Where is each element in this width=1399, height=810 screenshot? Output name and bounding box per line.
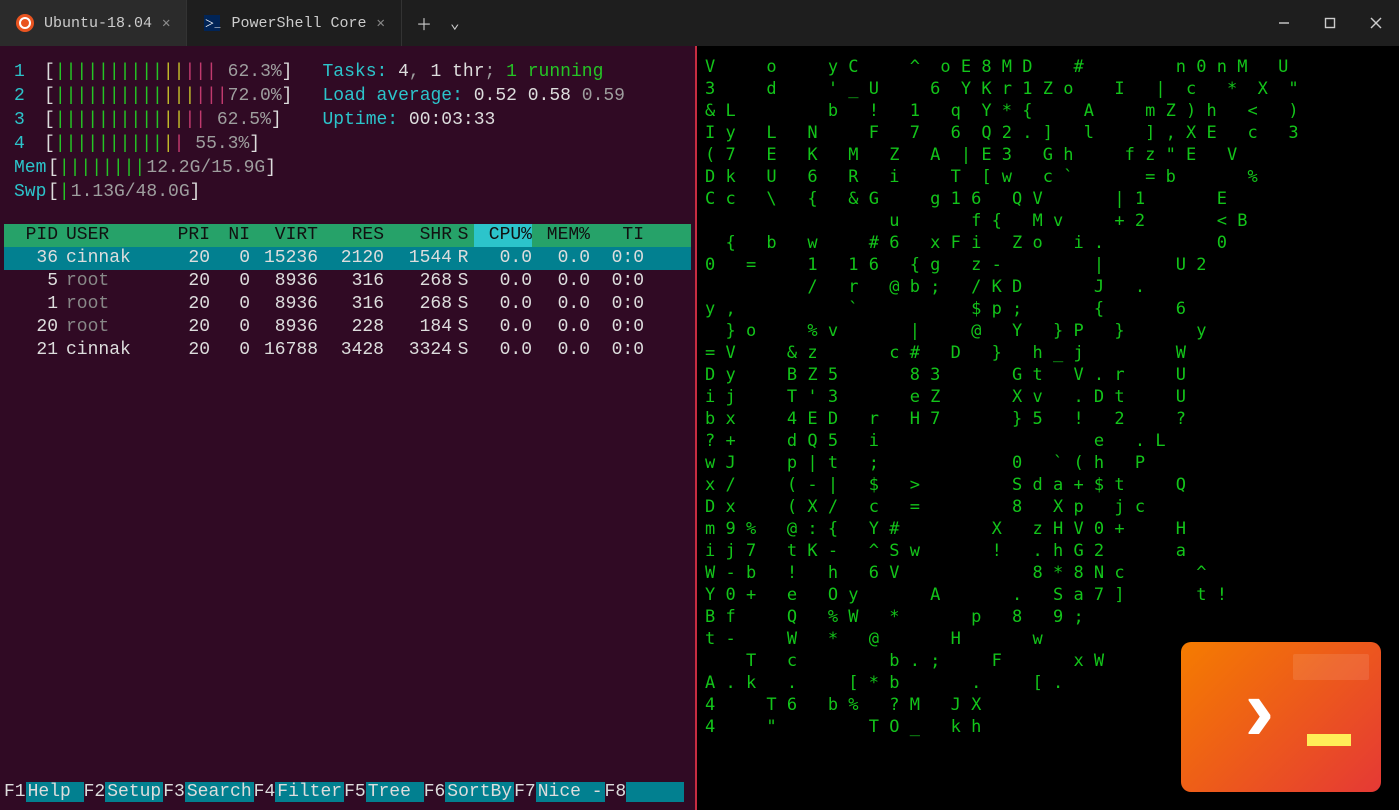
close-button[interactable] [1353,0,1399,46]
tabs: Ubuntu-18.04 ✕ ＞_ PowerShell Core ✕ ＋ ⌄ [0,0,460,46]
cpu-meter: 4 [|||||||||||| 55.3%] [14,132,292,156]
powershell-icon: ＞_ [203,14,221,32]
process-table: PID USER PRI NI VIRT RES SHR S CPU% MEM%… [4,224,691,362]
maximize-button[interactable] [1307,0,1353,46]
fn-key[interactable]: F1Help [4,782,84,802]
table-row[interactable]: 21cinnak2001678834283324S0.00.00:0 [4,339,691,362]
swp-meter: Swp[|1.13G/48.0G] [14,180,292,204]
fn-key[interactable]: F7Nice - [514,782,604,802]
fn-key[interactable]: F8 [605,782,685,802]
cursor-icon [1307,734,1351,746]
tab-powershell[interactable]: ＞_ PowerShell Core ✕ [187,0,401,46]
chevron-right-icon: › [1232,666,1286,768]
cpu-meter: 1 [||||||||||||||| 62.3%] [14,60,292,84]
system-stats: Tasks: 4, 1 thr; 1 running Load average:… [322,60,625,204]
ubuntu-icon [16,14,34,32]
table-row[interactable]: 36cinnak2001523621201544R0.00.00:0 [4,247,691,270]
cpu-meter: 2 [||||||||||||||||72.0%] [14,84,292,108]
fn-key[interactable]: F4Filter [254,782,344,802]
mem-meter: Mem[||||||||12.2G/15.9G] [14,156,292,180]
table-row[interactable]: 5root2008936316268S0.00.00:0 [4,270,691,293]
table-row[interactable]: 20root2008936228184S0.00.00:0 [4,316,691,339]
close-icon[interactable]: ✕ [377,15,385,32]
windows-terminal-logo: › [1181,642,1381,792]
fn-key[interactable]: F2Setup [84,782,164,802]
tab-label: Ubuntu-18.04 [44,15,152,32]
minimize-button[interactable] [1261,0,1307,46]
cpu-meters: 1 [||||||||||||||| 62.3%]2 [||||||||||||… [14,60,292,204]
htop-pane[interactable]: 1 [||||||||||||||| 62.3%]2 [||||||||||||… [0,46,697,810]
fn-key[interactable]: F3Search [163,782,253,802]
function-keys: F1Help F2SetupF3SearchF4FilterF5Tree F6S… [4,782,691,802]
table-row[interactable]: 1root2008936316268S0.00.00:0 [4,293,691,316]
cmatrix-pane[interactable]: V o y C ^ o E 8 M D # n 0 n M U 3 d ' _ … [697,46,1399,810]
window-controls [1261,0,1399,46]
tab-label: PowerShell Core [231,15,366,32]
new-tab-button[interactable]: ＋ [416,11,432,35]
fn-key[interactable]: F6SortBy [424,782,514,802]
close-icon[interactable]: ✕ [162,15,170,32]
cpu-meter: 3 [|||||||||||||| 62.5%] [14,108,292,132]
fn-key[interactable]: F5Tree [344,782,424,802]
tab-ubuntu[interactable]: Ubuntu-18.04 ✕ [0,0,187,46]
table-header[interactable]: PID USER PRI NI VIRT RES SHR S CPU% MEM%… [4,224,691,247]
tab-dropdown-icon[interactable]: ⌄ [450,13,460,33]
titlebar: Ubuntu-18.04 ✕ ＞_ PowerShell Core ✕ ＋ ⌄ [0,0,1399,46]
